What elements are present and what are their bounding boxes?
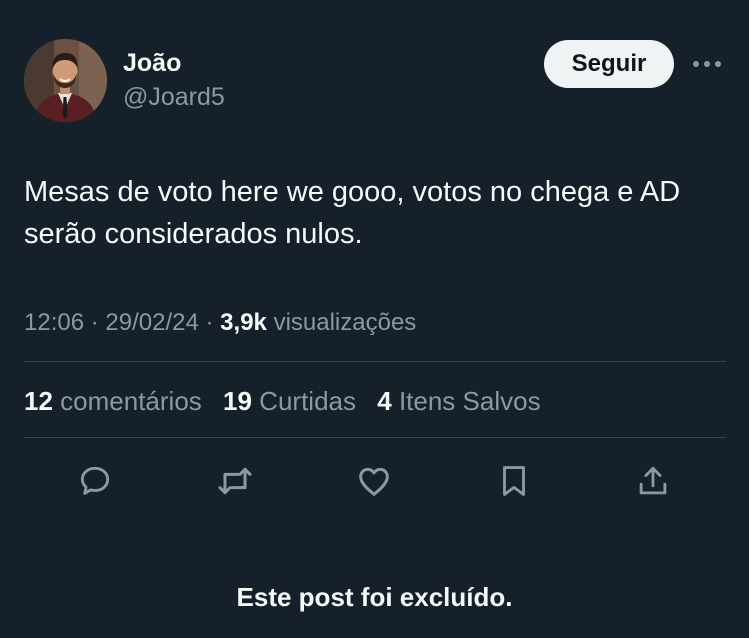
post-text: Mesas de voto here we gooo, votos no che… [24,176,681,250]
bookmarks-stat[interactable]: 4 Itens Salvos [377,386,540,416]
bookmarks-count: 4 [377,386,392,416]
retweet-button[interactable] [213,459,257,503]
divider [24,437,726,438]
meta-separator: · [90,309,99,336]
follow-button[interactable]: Seguir [544,40,674,88]
retweet-icon [218,467,252,495]
post-date[interactable]: 29/02/24 [105,309,198,336]
deleted-post-notice: Este post foi excluído. [236,582,513,612]
share-icon [639,466,667,495]
views-count[interactable]: 3,9k [220,309,267,336]
comments-stat[interactable]: 12 comentários [24,386,202,416]
bookmark-button[interactable] [492,459,536,503]
author-handle[interactable]: @Joard5 [123,82,225,112]
reply-icon [80,466,110,495]
bookmark-icon [503,466,525,496]
comments-label: comentários [60,386,202,416]
like-icon [359,467,389,496]
avatar[interactable] [24,39,107,122]
more-options-icon [693,61,721,67]
meta-separator: · [205,309,214,336]
likes-label: Curtidas [259,386,356,416]
divider [24,361,726,362]
views-label: visualizações [273,309,417,336]
like-button[interactable] [352,459,396,503]
post-time[interactable]: 12:06 [24,309,84,336]
avatar-image [24,39,107,122]
reply-button[interactable] [73,459,117,503]
comments-count: 12 [24,386,53,416]
share-button[interactable] [631,459,675,503]
more-options-button[interactable] [690,52,724,76]
post-stats: 12 comentários 19 Curtidas 4 Itens Salvo… [24,385,555,417]
bookmarks-label: Itens Salvos [398,386,541,416]
likes-count: 19 [223,386,252,416]
author-display-name[interactable]: João [123,48,181,78]
likes-stat[interactable]: 19 Curtidas [223,386,356,416]
post-meta: 12:06 · 29/02/24 · 3,9k visualizações [24,308,416,338]
